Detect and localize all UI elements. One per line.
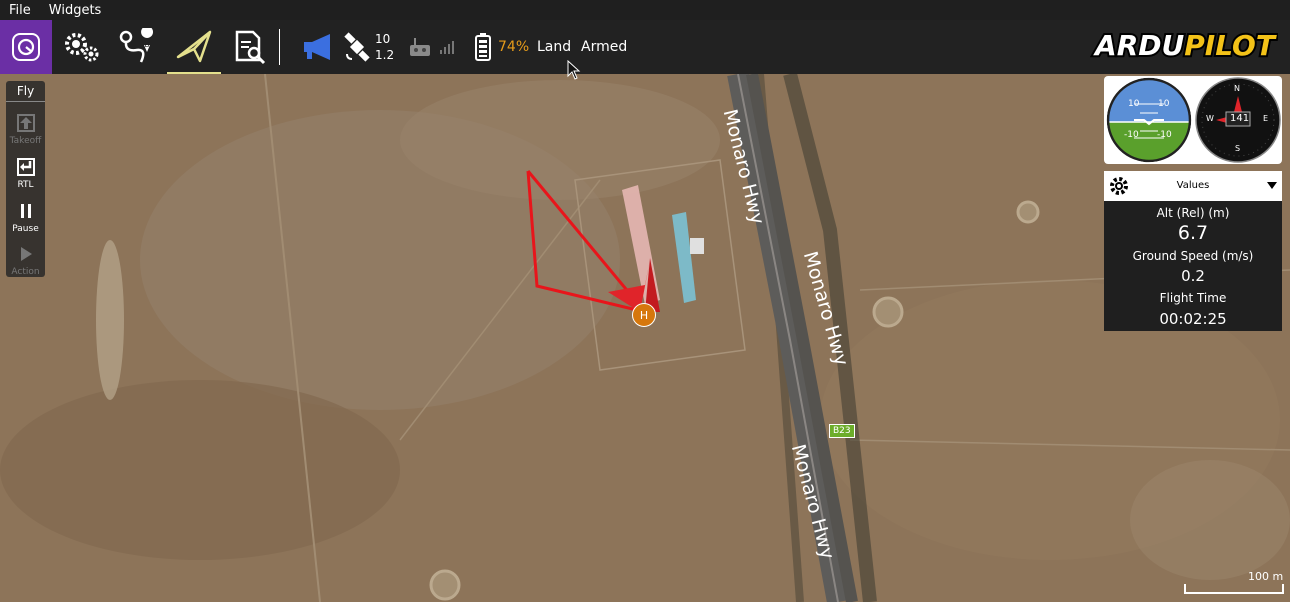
paper-plane-icon [176,30,212,63]
satellite-count: 10 [375,32,391,46]
chevron-down-icon[interactable] [1267,182,1277,189]
takeoff-button[interactable]: Takeoff [6,113,45,146]
pitch-label-down: -10 [1124,130,1139,140]
signal-strength [438,20,458,74]
menu-bar: File Widgets [0,0,1290,20]
alt-label: Alt (Rel) (m) [1156,206,1230,220]
qgc-logo-icon [12,33,40,61]
scale-bar [1184,584,1284,594]
compass-east: E [1263,114,1269,123]
vehicle-setup-button[interactable] [60,20,104,74]
analyze-button[interactable] [228,20,270,74]
fly-tool-strip: Fly Takeoff RTL Pause Action [6,81,45,277]
plan-view-button[interactable]: B [116,20,158,74]
toolbar-divider [279,29,280,65]
pause-button[interactable]: Pause [6,201,45,234]
scale-label: 100 m [1248,570,1284,583]
map-view[interactable]: H Monaro Hwy Monaro Hwy Monaro Hwy B23 1… [0,74,1290,602]
compass-south: S [1235,144,1241,153]
rc-rssi-indicator[interactable] [408,20,432,74]
action-button[interactable]: Action [6,244,45,277]
armed-status[interactable]: Armed [581,39,627,55]
play-icon [20,247,32,261]
battery-percent: 74% [498,39,530,55]
action-label: Action [11,267,40,277]
compass-north: N [1234,84,1240,93]
battery-indicator[interactable] [472,20,494,74]
values-title[interactable]: Values [1104,180,1282,191]
menu-file[interactable]: File [0,3,40,18]
flight-time-value: 00:02:25 [1159,310,1227,328]
takeoff-label: Takeoff [9,136,42,146]
fly-tool-title: Fly [6,84,45,102]
waypoint-route-icon: B [119,28,154,63]
fly-view-button[interactable] [167,20,221,74]
heading-readout: 141 [1230,113,1250,124]
pause-icon [20,204,31,218]
menu-widgets[interactable]: Widgets [40,3,111,18]
rtl-button[interactable]: RTL [6,157,45,190]
battery-icon [475,33,491,61]
flight-time-label: Flight Time [1159,291,1227,305]
mouse-cursor-icon [567,60,581,80]
values-header: Values [1104,171,1282,201]
return-home-icon [16,158,35,176]
pause-label: Pause [12,224,39,234]
rtl-label: RTL [17,180,34,190]
pitch-label-down-right: -10 [1157,130,1172,140]
svg-text:ARDUPILOT: ARDUPILOT [1093,29,1277,62]
attitude-indicator [1108,79,1190,161]
messages-indicator[interactable] [301,20,337,74]
takeoff-icon [16,114,35,132]
svg-text:B: B [145,41,150,49]
alt-value: 6.7 [1177,222,1209,244]
main-toolbar: B 10 1.2 74% Land Armed ARDUPILOT [0,20,1290,80]
satellite-icon [344,32,370,62]
route-shield: B23 [829,424,855,438]
instrument-panel: 10 10 -10 -10 141 N E S W [1104,76,1282,164]
ground-speed-value: 0.2 [1181,267,1205,285]
hdop-value: 1.2 [375,48,395,62]
pitch-label-up-right: 10 [1158,99,1170,109]
ardupilot-logo: ARDUPILOT [1090,27,1279,64]
gears-icon [65,33,99,62]
ground-speed-label: Ground Speed (m/s) [1132,249,1254,263]
flight-mode[interactable]: Land [537,39,571,55]
pitch-label-up: 10 [1128,99,1140,109]
signal-bars-icon [440,41,454,54]
home-marker[interactable]: H [632,303,656,327]
values-widget: Values Alt (Rel) (m) 6.7 Ground Speed (m… [1104,171,1282,331]
compass-west: W [1206,114,1214,123]
qgc-logo-button[interactable] [0,20,52,74]
gps-indicator[interactable] [342,20,372,74]
megaphone-icon [304,34,330,60]
rc-transmitter-icon [410,38,430,56]
document-search-icon [235,30,266,65]
